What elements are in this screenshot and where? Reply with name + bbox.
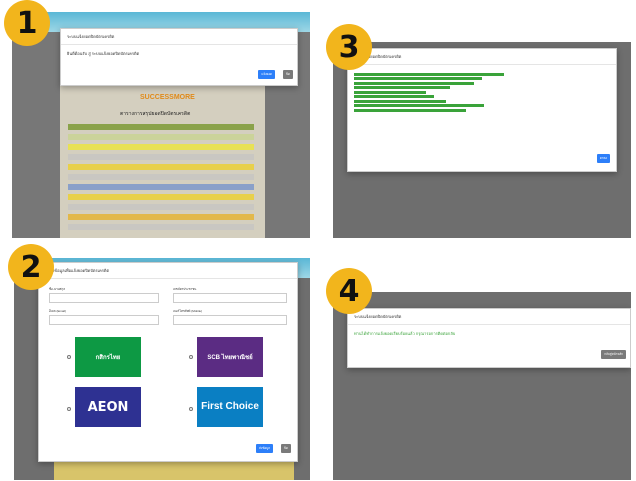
step-4-panel: ระบบแจ้งยอดปิดบัตรเครดิต ท่านได้ทำการแจ้…	[333, 292, 631, 480]
step-3-panel: ระบบแจ้งยอดปิดบัตรเครดิต ตกลง	[333, 42, 631, 238]
step-1-badge: 1	[4, 0, 50, 46]
step-1-panel: SUCCESSMORE ตารางการสรุปยอดปิดบัตรเครดิต…	[12, 12, 310, 238]
firstchoice-logo[interactable]: First Choice	[197, 387, 263, 427]
aeon-logo[interactable]: AEON	[75, 387, 141, 427]
modal-body: ยินดีต้อนรับ สู่ ระบบแจ้งยอดปิดบัตรเครดิ…	[67, 51, 140, 56]
welcome-modal: ระบบแจ้งยอดปิดบัตรเครดิต ยินดีต้อนรับ สู…	[60, 28, 298, 86]
modal-body: ท่านได้ทำการแจ้งยอดเรียบร้อยแล้ว กรุณารอ…	[354, 331, 456, 336]
id-field[interactable]	[173, 293, 287, 303]
modal-title: กรอกข้อมูลเพื่อแจ้งยอดปิดบัตรเครดิต	[39, 263, 297, 279]
name-label: ชื่อ-นามสกุล	[49, 287, 66, 291]
name-field[interactable]	[49, 293, 159, 303]
confirmation-modal: ระบบแจ้งยอดปิดบัตรเครดิต ท่านได้ทำการแจ้…	[347, 308, 631, 368]
email-label: อีเมล (Email)	[49, 309, 66, 313]
phone-label: เบอร์โทรศัพท์ (Mobile)	[173, 309, 203, 313]
aeon-radio[interactable]	[67, 407, 71, 411]
successmore-logo: SUCCESSMORE	[140, 94, 195, 101]
email-field[interactable]	[49, 315, 159, 325]
modal-title: ระบบแจ้งยอดปิดบัตรเครดิต	[348, 49, 616, 65]
success-modal: ระบบแจ้งยอดปิดบัตรเครดิต ตกลง	[347, 48, 617, 172]
step-2-panel: กรอกข้อมูลเพื่อแจ้งยอดปิดบัตรเครดิต ชื่อ…	[14, 258, 310, 480]
id-label: เลขบัตรประชาชน	[173, 287, 197, 291]
submit-button[interactable]: ส่งข้อมูล	[256, 444, 273, 453]
scb-radio[interactable]	[189, 355, 193, 359]
step-2-badge: 2	[8, 244, 54, 290]
kbank-logo[interactable]: กสิกรไทย	[75, 337, 141, 377]
step-3-badge: 3	[326, 24, 372, 70]
step-4-badge: 4	[326, 268, 372, 314]
phone-field[interactable]	[173, 315, 287, 325]
bank-form-modal: กรอกข้อมูลเพื่อแจ้งยอดปิดบัตรเครดิต ชื่อ…	[38, 262, 298, 462]
modal-title: ระบบแจ้งยอดปิดบัตรเครดิต	[348, 309, 630, 325]
back-home-button[interactable]: กลับสู่หน้าหลัก	[601, 350, 626, 359]
modal-title: ระบบแจ้งยอดปิดบัตรเครดิต	[61, 29, 297, 45]
kbank-radio[interactable]	[67, 355, 71, 359]
ok-button[interactable]: ตกลง	[596, 154, 610, 163]
close-button[interactable]: ปิด	[283, 70, 293, 79]
page-heading: ตารางการสรุปยอดปิดบัตรเครดิต	[120, 111, 191, 117]
scb-logo[interactable]: SCB ไทยพาณิชย์	[197, 337, 263, 377]
close-button[interactable]: ปิด	[281, 444, 291, 453]
report-button[interactable]: แจ้งยอด	[258, 70, 275, 79]
firstchoice-radio[interactable]	[189, 407, 193, 411]
